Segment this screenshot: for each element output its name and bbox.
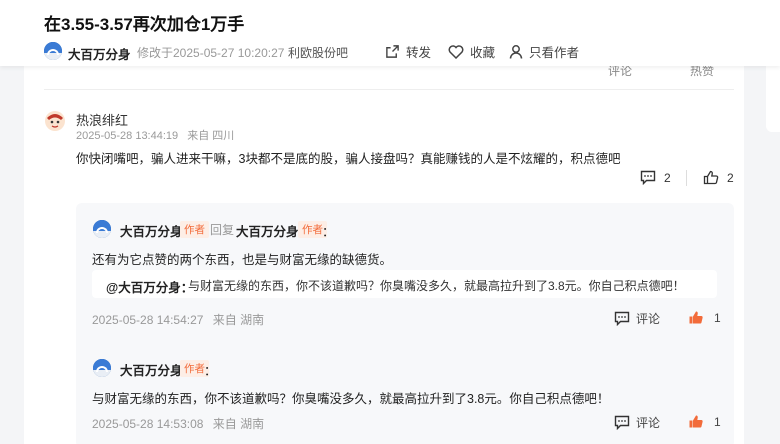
comment-icon <box>614 415 630 430</box>
reply1-meta: 2025-05-28 14:54:27 来自 湖南 <box>92 311 264 328</box>
post-header: 在3.55-3.57再次加仓1万手 大百万分身 修改于2025-05-27 10… <box>0 0 780 66</box>
comment-location: 来自 四川 <box>187 130 235 142</box>
quote-text: 与财富无缘的东西，你不该道歉吗？你臭嘴没多久，就最高拉升到了3.8元。你自己积点… <box>188 279 685 293</box>
forum-link[interactable]: 利欧股份吧 <box>288 44 348 61</box>
reply2-like-count: 1 <box>714 414 721 429</box>
comment-meta: 2025-05-28 13:44:19 来自 四川 <box>76 127 234 143</box>
reply1-time: 2025-05-28 14:54:27 <box>92 313 204 327</box>
share-label: 转发 <box>406 46 432 60</box>
reply-count: 2 <box>664 170 671 185</box>
quote-user[interactable]: @大百万分身： <box>106 277 193 296</box>
share-button[interactable]: 转发 <box>385 42 431 61</box>
reply2-meta: 2025-05-28 14:53:08 来自 湖南 <box>92 415 264 432</box>
comment-icon <box>640 170 656 185</box>
author-name[interactable]: 大百万分身 <box>68 44 131 63</box>
reply1-comment-label: 评论 <box>636 312 661 326</box>
reply2-comment-button[interactable]: 评论 <box>614 414 660 431</box>
comment-text: 你快闭嘴吧，骗人进来干嘛，3块都不是底的股，骗人接盘吗？真能赚钱的人是不炫耀的，… <box>76 152 621 166</box>
reply1-location: 来自 湖南 <box>212 313 265 327</box>
reply2-like-button[interactable]: 1 <box>688 414 721 429</box>
reply1-text: 还有为它点赞的两个东西，也是与财富无缘的缺德货。 <box>92 253 393 267</box>
comment-time: 2025-05-28 13:44:19 <box>76 130 179 142</box>
author-only-button[interactable]: 只看作者 <box>509 42 579 61</box>
thumb-up-icon <box>689 311 703 324</box>
reply1-user[interactable]: 大百万分身 <box>120 221 183 240</box>
reply1-reply-to[interactable]: 大百万分身 <box>236 221 299 240</box>
favorite-button[interactable]: 收藏 <box>448 42 495 61</box>
like-count: 2 <box>727 170 734 185</box>
stat-separator <box>686 170 687 186</box>
reply1-like-button[interactable]: 1 <box>688 310 721 325</box>
comment-like-button[interactable]: 2 <box>703 170 734 185</box>
user-icon <box>509 45 523 59</box>
reply1-comment-button[interactable]: 评论 <box>614 310 660 327</box>
comment-divider <box>44 89 734 90</box>
share-icon <box>386 45 399 58</box>
author-avatar[interactable] <box>44 42 62 60</box>
reply2-user[interactable]: 大百万分身 <box>120 360 183 379</box>
reply2-location: 来自 湖南 <box>212 417 265 431</box>
reply1-reply-word: 回复 <box>210 223 235 237</box>
reply1-like-count: 1 <box>714 310 721 325</box>
reply2-text: 与财富无缘的东西，你不该道歉吗？你臭嘴没多久，就最高拉升到了3.8元。你自己积点… <box>92 392 610 406</box>
commenter-avatar[interactable] <box>44 110 66 132</box>
reply2-time: 2025-05-28 14:53:08 <box>92 417 204 431</box>
thumb-up-icon <box>703 170 719 185</box>
reply1-avatar[interactable] <box>93 220 111 238</box>
side-card <box>766 60 780 132</box>
modified-time: 修改于2025-05-27 10:20:27 <box>137 46 285 60</box>
reply2-avatar[interactable] <box>93 359 111 377</box>
reply2-colon: ： <box>204 364 217 378</box>
comment-reply-button[interactable]: 2 <box>640 170 671 185</box>
reply1-colon: ： <box>322 225 335 239</box>
favorite-label: 收藏 <box>470 46 496 60</box>
thumb-up-icon <box>689 415 703 428</box>
comment-icon <box>614 311 630 326</box>
heart-icon <box>448 45 464 59</box>
author-only-label: 只看作者 <box>529 46 580 60</box>
reply2-comment-label: 评论 <box>636 416 661 430</box>
post-title: 在3.55-3.57再次加仓1万手 <box>44 15 245 34</box>
reply1-author-badge: 作者 <box>180 221 209 238</box>
